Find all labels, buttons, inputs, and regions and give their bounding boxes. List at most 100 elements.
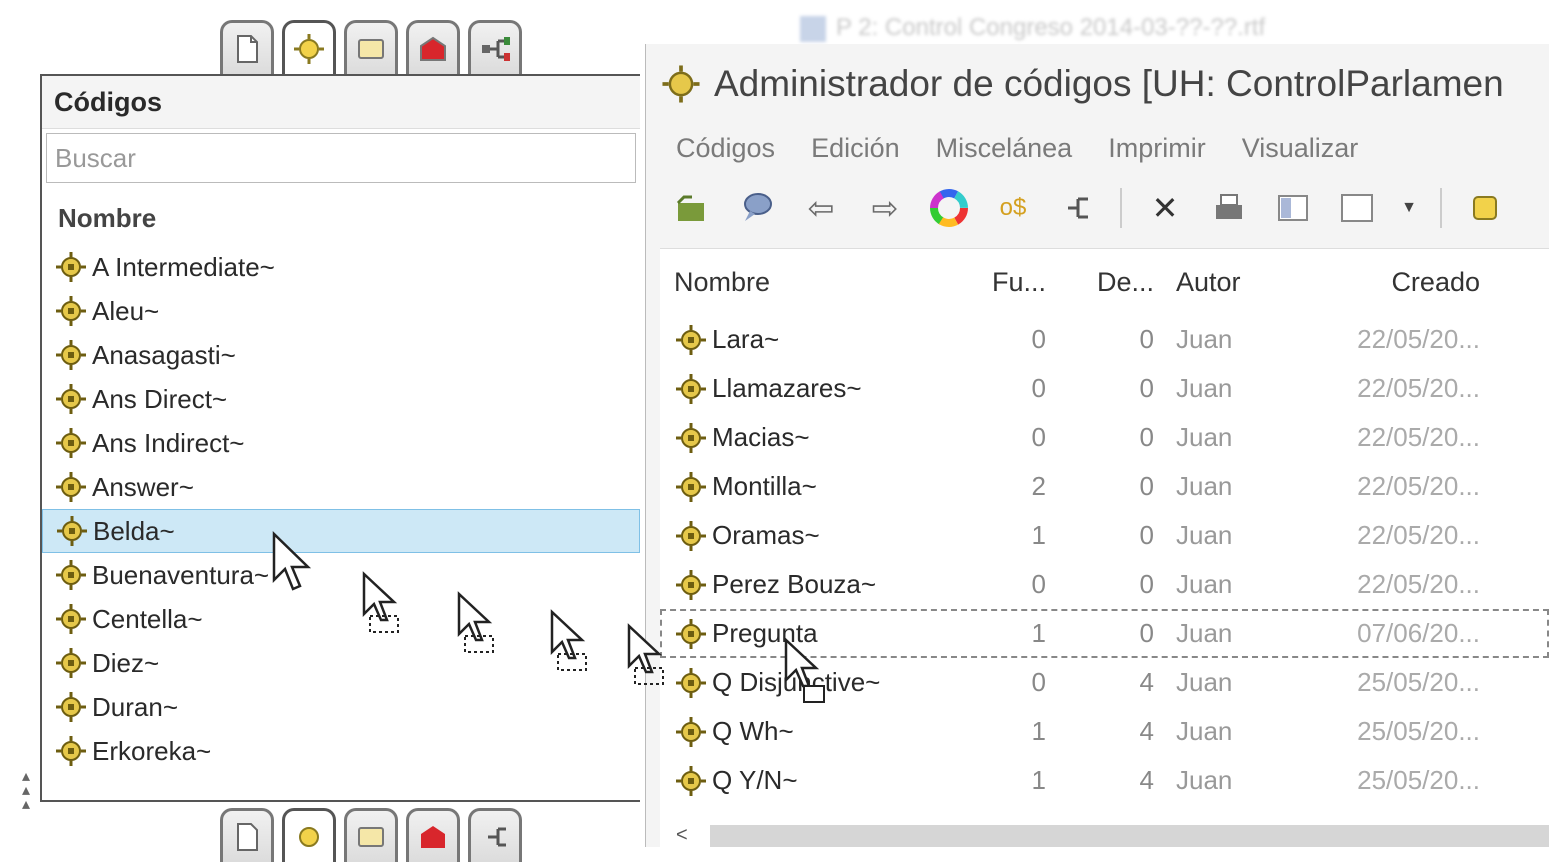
cell-fu: 0 xyxy=(1031,373,1046,403)
code-icon xyxy=(56,472,86,502)
column-header-nombre[interactable]: Nombre xyxy=(660,267,960,298)
cell-creado: 25/05/20... xyxy=(1357,765,1480,795)
table-row[interactable]: Lara~ 0 0 Juan 22/05/20... xyxy=(660,315,1549,364)
code-icon xyxy=(676,324,706,355)
horizontal-scrollbar[interactable] xyxy=(710,825,1549,847)
tab-codes[interactable] xyxy=(282,20,336,74)
layout-icon[interactable] xyxy=(1336,187,1378,229)
tab-networks[interactable] xyxy=(468,20,522,74)
tab-networks-bottom[interactable] xyxy=(468,808,522,862)
cell-name: Perez Bouza~ xyxy=(660,568,960,602)
list-item[interactable]: Duran~ xyxy=(42,685,640,729)
tab-codes-bottom[interactable] xyxy=(282,808,336,862)
drag-cursor-icon xyxy=(272,531,312,591)
menu-bar: Códigos Edición Miscelánea Imprimir Visu… xyxy=(646,124,1549,172)
code-icon xyxy=(56,736,86,766)
column-header-fundamentacion[interactable]: Fu... xyxy=(960,267,1060,298)
cell-fu: 2 xyxy=(1031,471,1046,501)
tab-memos-bottom[interactable] xyxy=(344,808,398,862)
list-item[interactable]: Aleu~ xyxy=(42,289,640,333)
menu-imprimir[interactable]: Imprimir xyxy=(1108,133,1205,164)
menu-codigos[interactable]: Códigos xyxy=(676,133,775,164)
resize-handle-icon[interactable]: ▴ ▴ ▴ xyxy=(22,769,34,830)
table-row[interactable]: Oramas~ 1 0 Juan 22/05/20... xyxy=(660,511,1549,560)
comment-icon[interactable] xyxy=(736,187,778,229)
list-item[interactable]: Buenaventura~ xyxy=(42,553,640,597)
new-code-icon[interactable] xyxy=(672,187,714,229)
bottom-tab-bar xyxy=(220,808,522,862)
codes-table: Nombre Fu... De... Autor Creado Lara~ 0 0 J… xyxy=(660,248,1549,847)
tab-memos[interactable] xyxy=(344,20,398,74)
list-item[interactable]: A Intermediate~ xyxy=(42,245,640,289)
cell-name-text: Q Y/N~ xyxy=(712,765,798,795)
cell-name-text: Llamazares~ xyxy=(712,373,862,403)
toolbar-separator-2 xyxy=(1440,188,1442,228)
drag-cursor-icon xyxy=(362,571,399,633)
cell-name: Oramas~ xyxy=(660,519,960,553)
column-header-name[interactable]: Nombre xyxy=(42,183,640,245)
cell-de: 0 xyxy=(1139,520,1154,550)
menu-visualizar[interactable]: Visualizar xyxy=(1242,133,1359,164)
code-icon xyxy=(56,648,86,678)
forward-icon[interactable]: ⇨ xyxy=(864,187,906,229)
list-item[interactable]: Ans Indirect~ xyxy=(42,421,640,465)
cell-de: 0 xyxy=(1139,569,1154,599)
cell-creado: 22/05/20... xyxy=(1357,471,1480,501)
panel-title: Códigos xyxy=(42,76,640,129)
print-icon[interactable] xyxy=(1208,187,1250,229)
list-item-label: Diez~ xyxy=(92,647,160,678)
cell-fu: 0 xyxy=(1031,324,1046,354)
list-item[interactable]: Answer~ xyxy=(42,465,640,509)
list-item[interactable]: Belda~ xyxy=(42,509,640,553)
tab-documents-bottom[interactable] xyxy=(220,808,274,862)
cell-fu: 1 xyxy=(1031,618,1046,648)
cell-name: Lara~ xyxy=(660,323,960,357)
code-icon[interactable] xyxy=(1464,187,1506,229)
dropdown-icon[interactable]: ▼ xyxy=(1400,187,1418,229)
table-row[interactable]: Montilla~ 2 0 Juan 22/05/20... xyxy=(660,462,1549,511)
toolbar-separator xyxy=(1120,188,1122,228)
cell-name-text: Perez Bouza~ xyxy=(712,569,877,599)
network-icon[interactable] xyxy=(1056,187,1098,229)
list-item[interactable]: Anasagasti~ xyxy=(42,333,640,377)
back-icon[interactable]: ⇦ xyxy=(800,187,842,229)
table-row[interactable]: Llamazares~ 0 0 Juan 22/05/20... xyxy=(660,364,1549,413)
code-icon xyxy=(56,384,86,414)
toolbar: ⇦ ⇨ o$ ✕ ▼ xyxy=(646,172,1549,244)
window-title-bar: Administrador de códigos [UH: ControlPar… xyxy=(646,44,1549,124)
drag-cursor-icon xyxy=(457,591,494,653)
cell-creado: 25/05/20... xyxy=(1357,667,1480,697)
column-header-densidad[interactable]: De... xyxy=(1060,267,1170,298)
background-window-title[interactable]: P 2: Control Congreso 2014-03-??-??.rtf xyxy=(800,14,1549,46)
list-item-label: Centella~ xyxy=(92,603,203,634)
code-icon xyxy=(56,296,86,326)
cell-autor: Juan xyxy=(1176,667,1233,697)
list-item[interactable]: Ans Direct~ xyxy=(42,377,640,421)
filter-icon[interactable]: o$ xyxy=(992,187,1034,229)
cell-autor: Juan xyxy=(1176,765,1233,795)
column-header-autor[interactable]: Autor xyxy=(1170,267,1310,298)
delete-icon[interactable]: ✕ xyxy=(1144,187,1186,229)
cell-creado: 22/05/20... xyxy=(1357,569,1480,599)
cell-creado: 22/05/20... xyxy=(1357,520,1480,550)
column-header-creado[interactable]: Creado xyxy=(1310,267,1480,298)
tab-documents[interactable] xyxy=(220,20,274,74)
list-item[interactable]: Erkoreka~ xyxy=(42,729,640,773)
table-row[interactable]: Q Wh~ 1 4 Juan 25/05/20... xyxy=(660,707,1549,756)
table-row[interactable]: Q Y/N~ 1 4 Juan 25/05/20... xyxy=(660,756,1549,805)
table-row[interactable]: Macias~ 0 0 Juan 22/05/20... xyxy=(660,413,1549,462)
split-view-icon[interactable] xyxy=(1272,187,1314,229)
cell-autor: Juan xyxy=(1176,569,1233,599)
scroll-left-icon[interactable]: < xyxy=(676,824,688,847)
menu-edicion[interactable]: Edición xyxy=(811,133,900,164)
code-icon xyxy=(56,604,86,634)
search-input[interactable]: Buscar xyxy=(46,133,636,183)
color-wheel-icon[interactable] xyxy=(928,187,970,229)
menu-miscelanea[interactable]: Miscelánea xyxy=(936,133,1073,164)
tab-cases-bottom[interactable] xyxy=(406,808,460,862)
list-item-label: Erkoreka~ xyxy=(92,735,212,766)
cell-fu: 0 xyxy=(1031,667,1046,697)
tab-cases[interactable] xyxy=(406,20,460,74)
table-row[interactable]: Perez Bouza~ 0 0 Juan 22/05/20... xyxy=(660,560,1549,609)
code-icon xyxy=(56,252,86,282)
